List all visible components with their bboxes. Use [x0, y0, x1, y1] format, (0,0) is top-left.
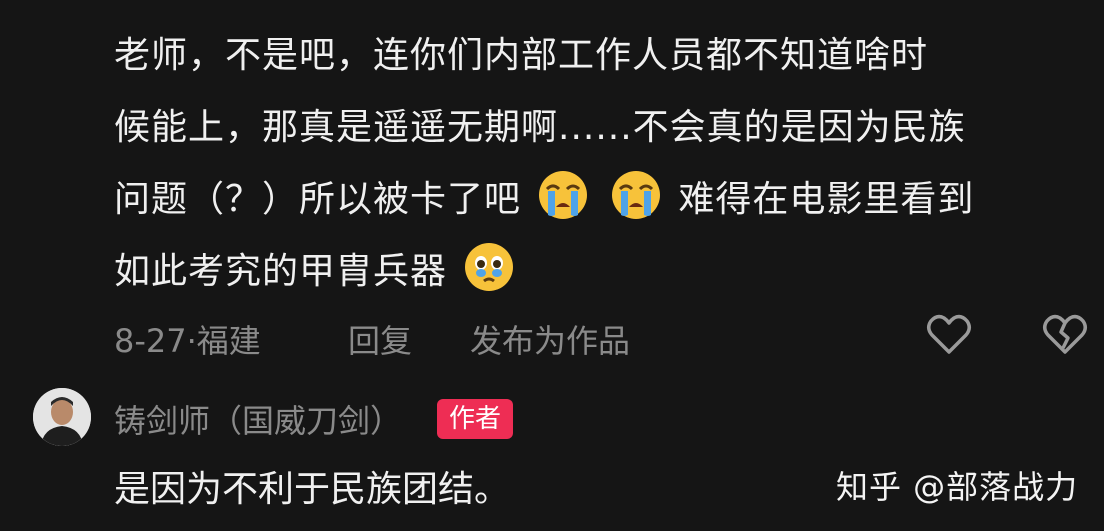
reply-button[interactable]: 回复: [348, 316, 412, 362]
comment-line-3: 问题（？）所以被卡了吧 难得在电影里看到: [114, 164, 1074, 236]
crying-face-icon: [539, 171, 588, 219]
comment-body: 老师，不是吧，连你们内部工作人员都不知道啥时 候能上，那真是遥遥无期啊.....…: [114, 20, 1074, 308]
avatar-image: [33, 388, 91, 446]
comment-date-location: 8-27·福建: [114, 322, 261, 360]
comment-line-3-text-b: 难得在电影里看到: [678, 179, 975, 220]
heart-outline-icon[interactable]: [926, 312, 972, 356]
reply-author-name[interactable]: 铸剑师（国威刀剑）: [114, 396, 402, 442]
comment-line-3-text-a: 问题（？）所以被卡了吧: [114, 179, 522, 220]
watermark: 知乎 @部落战力: [836, 468, 1079, 506]
publish-as-work-button[interactable]: 发布为作品: [470, 316, 630, 362]
comment-line-2: 候能上，那真是遥遥无期啊......不会真的是因为民族: [114, 107, 966, 148]
reply-body: 是因为不利于民族团结。: [114, 469, 511, 510]
comment-line-4: 如此考究的甲胄兵器: [114, 236, 1074, 308]
crying-face-icon: [611, 171, 660, 219]
broken-heart-icon[interactable]: [1042, 312, 1088, 356]
author-badge: 作者: [437, 399, 514, 439]
avatar[interactable]: [33, 388, 91, 446]
teary-face-icon: [465, 243, 514, 291]
comment-line-1: 老师，不是吧，连你们内部工作人员都不知道啥时: [114, 35, 929, 76]
comment-line-4-text: 如此考究的甲胄兵器: [114, 251, 448, 292]
